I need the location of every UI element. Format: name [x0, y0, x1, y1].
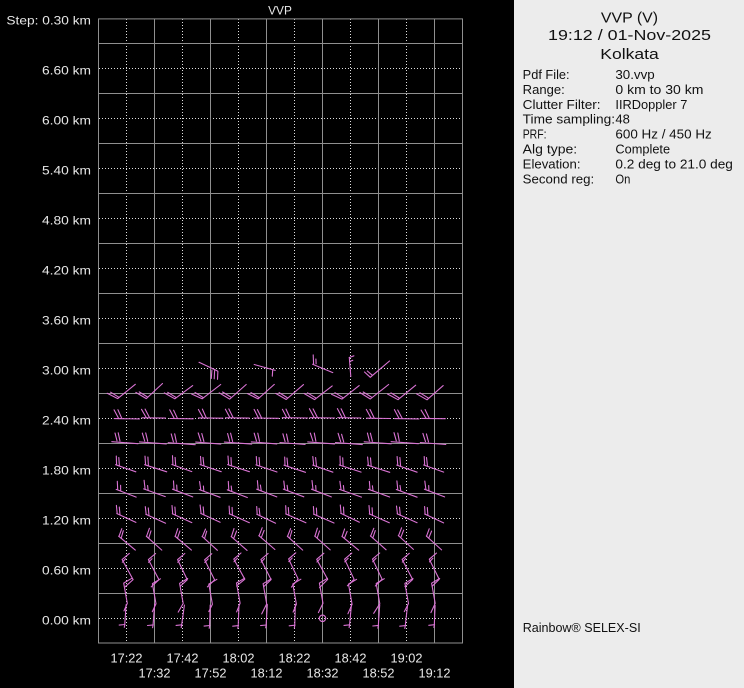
svg-text:Step: 0.30 km: Step: 0.30 km: [6, 14, 91, 28]
svg-text:Clutter Filter:: Clutter Filter:: [523, 98, 601, 112]
svg-text:5.40 km: 5.40 km: [42, 163, 91, 177]
svg-text:0.60 km: 0.60 km: [42, 563, 91, 577]
svg-text:19:12 / 01-Nov-2025: 19:12 / 01-Nov-2025: [548, 27, 711, 44]
svg-text:30.vvp: 30.vvp: [615, 68, 654, 82]
svg-text:18:22: 18:22: [279, 652, 311, 666]
svg-text:17:32: 17:32: [139, 666, 171, 680]
svg-text:1.20 km: 1.20 km: [42, 513, 91, 527]
svg-text:4.80 km: 4.80 km: [42, 213, 91, 227]
svg-text:PRF:: PRF:: [523, 128, 547, 142]
svg-text:Pdf File:: Pdf File:: [523, 68, 570, 82]
svg-text:Time sampling:: Time sampling:: [523, 113, 615, 127]
svg-text:17:52: 17:52: [195, 666, 227, 680]
svg-text:6.00 km: 6.00 km: [42, 113, 91, 127]
svg-text:VVP: VVP: [268, 4, 292, 18]
svg-text:0.00 km: 0.00 km: [42, 613, 91, 627]
svg-text:IIRDoppler 7: IIRDoppler 7: [615, 98, 687, 112]
svg-text:19:12: 19:12: [419, 666, 451, 680]
svg-text:Kolkata: Kolkata: [600, 46, 659, 63]
svg-text:Range:: Range:: [523, 83, 565, 97]
svg-text:17:22: 17:22: [111, 652, 143, 666]
svg-text:On: On: [615, 172, 630, 186]
svg-text:0.2 deg to 21.0 deg: 0.2 deg to 21.0 deg: [615, 157, 733, 171]
svg-text:VVP (V): VVP (V): [601, 10, 658, 27]
svg-text:2.40 km: 2.40 km: [42, 413, 91, 427]
svg-text:3.60 km: 3.60 km: [42, 313, 91, 327]
svg-text:600 Hz / 450 Hz: 600 Hz / 450 Hz: [615, 128, 711, 142]
svg-text:0 km to 30 km: 0 km to 30 km: [615, 83, 703, 97]
svg-text:48: 48: [615, 113, 630, 127]
svg-text:18:12: 18:12: [251, 666, 283, 680]
svg-text:18:52: 18:52: [363, 666, 395, 680]
svg-text:18:02: 18:02: [223, 652, 255, 666]
svg-text:Alg type:: Alg type:: [523, 143, 578, 157]
svg-text:Elevation:: Elevation:: [523, 157, 581, 171]
svg-text:3.00 km: 3.00 km: [42, 363, 91, 377]
svg-text:Complete: Complete: [615, 143, 670, 157]
svg-text:19:02: 19:02: [391, 652, 423, 666]
svg-text:Second reg:: Second reg:: [523, 172, 595, 186]
svg-text:6.60 km: 6.60 km: [42, 63, 91, 77]
svg-text:1.80 km: 1.80 km: [42, 463, 91, 477]
svg-text:18:32: 18:32: [307, 666, 339, 680]
svg-text:17:42: 17:42: [167, 652, 199, 666]
svg-text:Rainbow® SELEX-SI: Rainbow® SELEX-SI: [523, 621, 641, 635]
svg-text:4.20 km: 4.20 km: [42, 263, 91, 277]
svg-text:18:42: 18:42: [335, 652, 367, 666]
